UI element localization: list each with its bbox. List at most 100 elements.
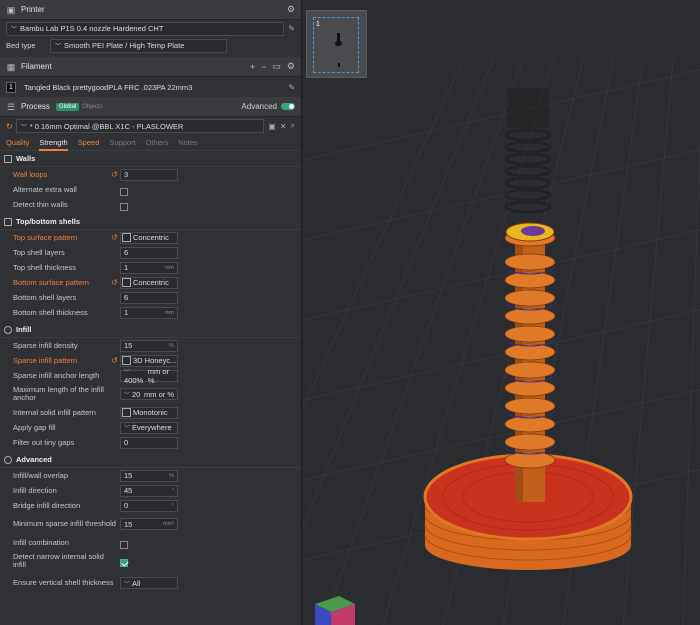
direction-option: Infill direction 45 ° <box>0 483 301 498</box>
filament-edit-icon[interactable]: ▭ <box>272 61 281 72</box>
edit-printer-icon[interactable]: ✎ <box>288 24 295 33</box>
density-input[interactable]: 15% <box>120 339 178 352</box>
bottom-pattern-label: Bottom surface pattern <box>13 277 89 287</box>
reset-icon[interactable]: ↺ <box>111 170 118 179</box>
filament-select[interactable]: Tangled Black prettygoodPLA FRC .023PA 2… <box>20 80 284 94</box>
tab-strength[interactable]: Strength <box>39 135 68 151</box>
bed-type-select[interactable]: ﹀ Smooth PEI Plate / High Temp Plate <box>50 38 227 53</box>
gap-fill-option: Apply gap fill ﹀ Everywhere <box>0 420 301 435</box>
anchor-option: Sparse infill anchor length ﹀400% mm or % <box>0 367 301 385</box>
process-icon: ☰ <box>6 101 16 112</box>
solid-pattern-select[interactable]: Monotonic <box>120 406 178 419</box>
combination-label: Infill combination <box>13 537 69 547</box>
bottom-pattern-value: Concentric <box>133 278 169 287</box>
bridge-direction-input[interactable]: 0 ° <box>120 499 178 512</box>
infill-pattern-value: 3D Honeyc... <box>133 356 177 365</box>
tab-quality[interactable]: Quality <box>6 135 29 151</box>
alternate-wall-checkbox[interactable] <box>120 187 128 196</box>
orientation-cube[interactable] <box>315 596 355 625</box>
topbottom-title: Top/bottom shells <box>16 217 81 226</box>
top-thickness-label: Top shell thickness <box>13 262 76 272</box>
filament-slot[interactable]: 1 <box>6 81 16 93</box>
unit-label: ° <box>171 502 174 509</box>
tab-speed[interactable]: Speed <box>78 135 100 151</box>
bottom-pattern-select[interactable]: Concentric <box>120 276 178 289</box>
wall-loops-label: Wall loops <box>13 169 48 179</box>
tab-others[interactable]: Others <box>146 135 169 151</box>
honeycomb-pattern-icon <box>122 356 131 365</box>
global-badge[interactable]: Global <box>55 102 80 111</box>
edit-filament-icon[interactable]: ✎ <box>288 83 295 92</box>
close-icon[interactable]: ✕ <box>280 122 287 131</box>
top-pattern-label: Top surface pattern <box>13 232 78 242</box>
printer-select[interactable]: ﹀ Bambu Lab P1S 0.4 nozzle Hardened CHT <box>6 21 285 36</box>
anchor-input[interactable]: ﹀400% mm or % <box>120 367 178 385</box>
add-filament-icon[interactable]: + <box>250 62 255 72</box>
filament-settings-icon[interactable]: ⚙ <box>287 61 295 72</box>
min-sparse-input[interactable]: 15 mm² <box>120 518 178 530</box>
top-thickness-value: 1 <box>124 263 129 272</box>
max-anchor-value: 20 <box>132 389 141 399</box>
3d-viewport[interactable]: 1 <box>303 0 700 625</box>
bottom-layers-input[interactable]: 6 <box>120 291 178 304</box>
infill-pattern-select[interactable]: 3D Honeyc... <box>120 354 178 367</box>
search-icon[interactable]: ⌕ <box>291 121 295 131</box>
filter-gaps-value: 0 <box>124 438 129 447</box>
unit-label: % <box>169 472 174 479</box>
bridge-direction-option: Bridge infill direction 0 ° <box>0 498 301 513</box>
solid-pattern-label: Internal solid infill pattern <box>13 407 96 417</box>
process-tabs: Quality Strength Speed Support Others No… <box>0 135 301 151</box>
max-anchor-label: Maximum length of the infill anchor <box>13 385 104 402</box>
process-section-header: ☰ Process Global Objects Advanced <box>0 97 301 117</box>
wall-loops-input[interactable]: 3 <box>120 168 178 181</box>
direction-input[interactable]: 45 ° <box>120 484 178 497</box>
objects-badge[interactable]: Objects <box>82 104 102 110</box>
vertical-shell-value: All <box>132 578 141 588</box>
printer-settings-icon[interactable]: ⚙ <box>287 4 295 15</box>
process-preset-select[interactable]: ﹀ * 0.16mm Optimal @BBL X1C - PLASLOWER <box>15 119 265 133</box>
narrow-infill-checkbox[interactable] <box>120 559 128 567</box>
detect-thin-checkbox[interactable] <box>120 202 128 211</box>
top-thickness-input[interactable]: 1 mm <box>120 261 178 274</box>
reset-icon[interactable]: ↺ <box>111 356 118 365</box>
overlap-input[interactable]: 15% <box>120 469 178 482</box>
tab-support[interactable]: Support <box>109 135 135 151</box>
filament-title: Filament <box>21 62 52 71</box>
chevron-down-icon: ﹀ <box>124 392 131 399</box>
gap-fill-select[interactable]: ﹀ Everywhere <box>120 421 178 434</box>
unit-label: mm <box>164 264 174 271</box>
reset-icon[interactable]: ↺ <box>111 278 118 287</box>
vertical-shell-select[interactable]: ﹀ All <box>120 577 178 589</box>
top-layers-label: Top shell layers <box>13 247 65 257</box>
top-pattern-select[interactable]: Concentric <box>120 231 178 244</box>
max-anchor-input[interactable]: ﹀ 20 mm or % <box>120 388 178 400</box>
printer-row: ﹀ Bambu Lab P1S 0.4 nozzle Hardened CHT … <box>0 20 301 37</box>
concentric-pattern-icon <box>122 278 131 287</box>
tab-notes[interactable]: Notes <box>178 135 198 151</box>
bottom-thickness-input[interactable]: 1 mm <box>120 306 178 319</box>
top-surface-inner <box>521 226 545 236</box>
vertical-shell-label: Ensure vertical shell thickness <box>13 578 114 587</box>
bed-type-label: Bed type <box>6 41 36 50</box>
chevron-down-icon: ﹀ <box>124 426 131 432</box>
combination-checkbox[interactable] <box>120 540 128 549</box>
filter-gaps-input[interactable]: 0 <box>120 436 178 449</box>
remove-filament-icon[interactable]: − <box>261 62 266 72</box>
density-label: Sparse infill density <box>13 340 78 350</box>
advanced-toggle[interactable] <box>281 103 295 110</box>
unit-label: mm <box>164 309 174 316</box>
bridge-direction-value: 0 <box>124 501 129 510</box>
reset-icon[interactable]: ↺ <box>111 233 118 242</box>
density-option: Sparse infill density 15% <box>0 338 301 353</box>
overlap-label: Infill/wall overlap <box>13 470 69 480</box>
top-layers-input[interactable]: 6 <box>120 246 178 259</box>
overlap-option: Infill/wall overlap 15% <box>0 468 301 483</box>
top-thickness-option: Top shell thickness 1 mm <box>0 260 301 275</box>
advanced-label: Advanced <box>241 102 277 111</box>
bottom-thickness-label: Bottom shell thickness <box>13 307 88 317</box>
shells-icon <box>4 217 12 226</box>
save-preset-icon[interactable]: ▣ <box>268 122 276 131</box>
unit-label: mm or % <box>144 389 174 399</box>
process-preset-name: * 0.16mm Optimal @BBL X1C - PLASLOWER <box>29 121 184 131</box>
combination-option: Infill combination <box>0 535 301 550</box>
